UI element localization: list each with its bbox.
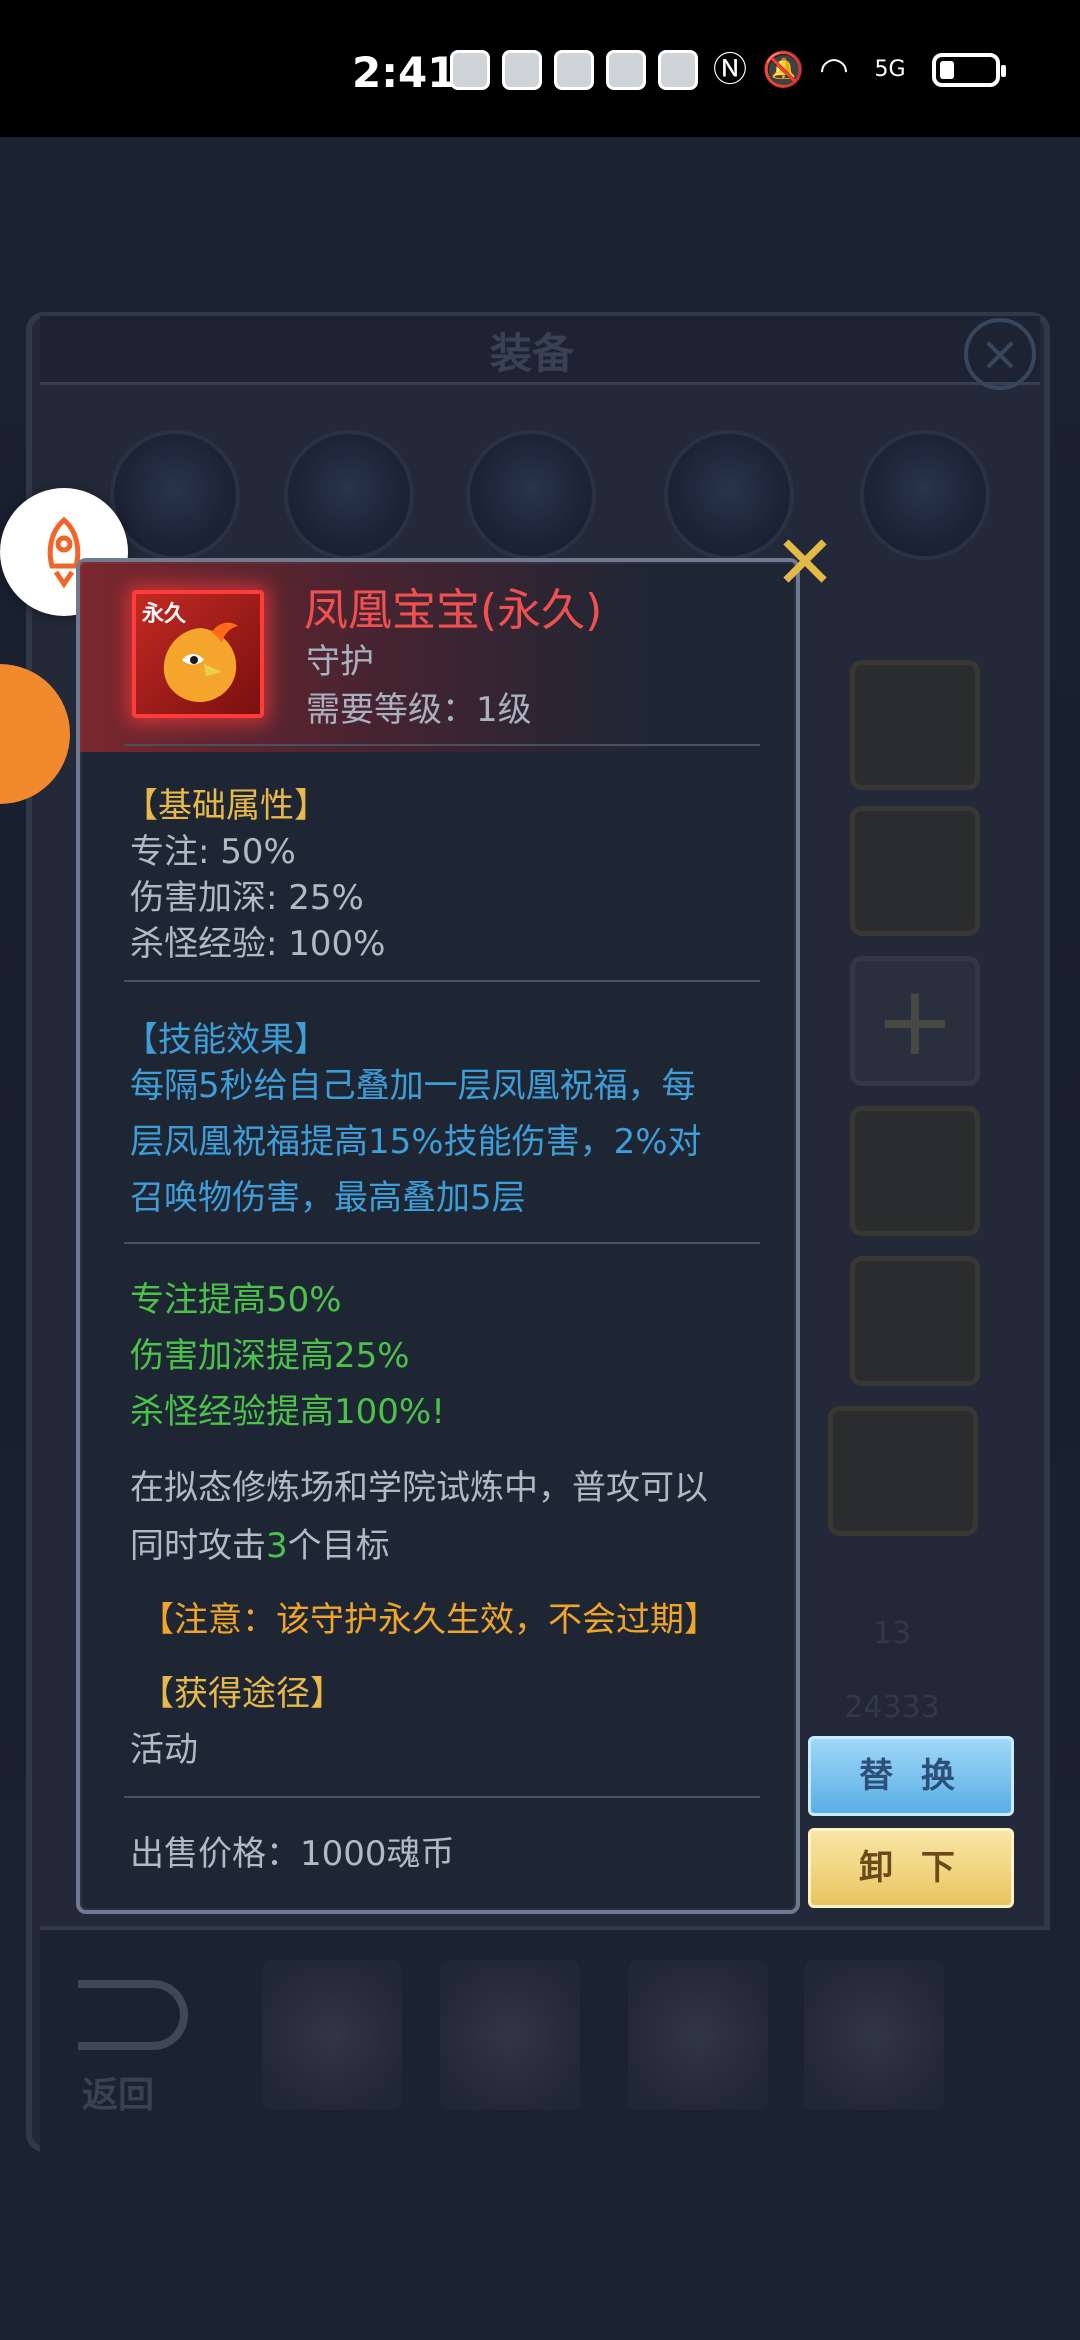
unequip-button[interactable]: 卸 下 <box>808 1828 1014 1908</box>
training-line: 在拟态修炼场和学院试炼中，普攻可以 <box>130 1468 708 1508</box>
bonus-line: 专注提高50% <box>130 1280 342 1320</box>
bonus-line: 杀怪经验提高100%! <box>130 1392 445 1432</box>
phoenix-icon <box>163 622 238 702</box>
training-line-2: 同时攻击3个目标 <box>130 1518 390 1567</box>
app-notification-icon <box>450 50 490 90</box>
required-level: 需要等级：1级 <box>306 690 532 730</box>
status-time: 2:41 <box>352 48 457 97</box>
status-bar: 2:41 Ⓝ 🔕 ◠ 5G <box>0 0 1080 137</box>
target-count: 3 <box>266 1526 288 1566</box>
app-notification-icon <box>554 50 594 90</box>
divider <box>124 1242 760 1244</box>
obtain-header: 【获得途径】 <box>140 1674 344 1714</box>
app-notification-icon <box>502 50 542 90</box>
attribute-line: 杀怪经验: 100% <box>130 924 386 964</box>
skill-effect-line: 层凤凰祝福提高15%技能伤害，2%对 <box>130 1122 702 1162</box>
attribute-line: 专注: 50% <box>130 832 296 872</box>
attribute-line: 伤害加深: 25% <box>130 878 364 918</box>
replace-button[interactable]: 替 换 <box>808 1736 1014 1816</box>
wifi-icon: ◠ <box>819 50 849 90</box>
app-notification-icon <box>606 50 646 90</box>
mute-bell-icon: 🔕 <box>762 50 805 90</box>
bonus-line: 伤害加深提高25% <box>130 1336 410 1376</box>
basic-attributes-header: 【基础属性】 <box>124 786 328 826</box>
skill-effect-header: 【技能效果】 <box>124 1020 328 1060</box>
app-notification-icon <box>658 50 698 90</box>
item-name: 凤凰宝宝(永久) <box>304 585 603 636</box>
divider <box>124 980 760 982</box>
skill-effect-line: 每隔5秒给自己叠加一层凤凰祝福，每 <box>130 1066 696 1106</box>
status-icons: Ⓝ 🔕 ◠ 5G <box>450 50 1006 90</box>
nfc-icon: Ⓝ <box>713 50 747 90</box>
divider <box>124 744 760 746</box>
close-icon[interactable]: ✕ <box>770 526 840 600</box>
battery-icon <box>932 53 1006 87</box>
notice-text: 【注意：该守护永久生效，不会过期】 <box>140 1600 718 1640</box>
training-text: 同时攻击 <box>130 1526 266 1566</box>
divider <box>124 1796 760 1798</box>
item-type: 守护 <box>306 642 374 682</box>
sell-price: 出售价格：1000魂币 <box>130 1834 455 1874</box>
obtain-value: 活动 <box>130 1730 198 1770</box>
skill-effect-line: 召唤物伤害，最高叠加5层 <box>130 1178 526 1218</box>
training-text: 个目标 <box>287 1526 390 1566</box>
signal-5g-icon: 5G <box>874 57 906 82</box>
